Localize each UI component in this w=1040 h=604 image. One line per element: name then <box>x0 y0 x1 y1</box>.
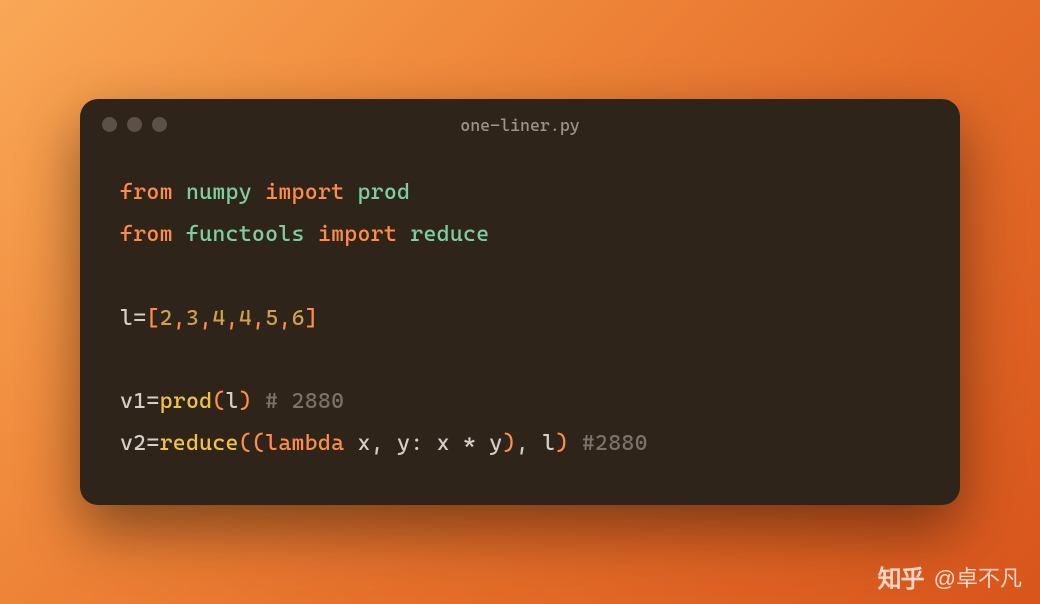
number: 4 <box>212 306 225 331</box>
operator: = <box>146 389 159 414</box>
paren: ( <box>212 389 225 414</box>
comma: , <box>252 306 265 331</box>
code-block: from numpy import prod from functools im… <box>80 142 960 505</box>
keyword-from: from <box>120 180 173 205</box>
zhihu-logo-icon: 知乎 <box>878 559 924 594</box>
module-name: numpy <box>186 180 252 205</box>
paren: ) <box>555 431 568 456</box>
window-title: one-liner.py <box>80 115 960 135</box>
keyword-lambda: lambda <box>265 431 344 456</box>
bracket: [ <box>146 306 159 331</box>
number: 5 <box>265 306 278 331</box>
watermark-author: @卓不凡 <box>934 561 1022 593</box>
comma: , <box>278 306 291 331</box>
comment: # 2880 <box>265 389 344 414</box>
lambda-body: y <box>476 431 502 456</box>
number: 4 <box>239 306 252 331</box>
watermark: 知乎 @卓不凡 <box>878 559 1022 594</box>
window-controls <box>102 117 167 132</box>
argument: l <box>226 389 239 414</box>
argument: l <box>542 431 555 456</box>
paren: ( <box>239 431 252 456</box>
import-name: prod <box>357 180 410 205</box>
paren: ) <box>239 389 252 414</box>
keyword-import: import <box>265 180 344 205</box>
minimize-icon[interactable] <box>127 117 142 132</box>
module-name: functools <box>186 222 305 247</box>
operator: = <box>133 306 146 331</box>
variable: l <box>120 306 133 331</box>
comma: , <box>173 306 186 331</box>
operator: * <box>463 431 476 456</box>
function-name: prod <box>160 389 213 414</box>
number: 2 <box>160 306 173 331</box>
comma: , <box>516 431 542 456</box>
close-icon[interactable] <box>102 117 117 132</box>
paren: ( <box>252 431 265 456</box>
function-name: reduce <box>160 431 239 456</box>
comment: #2880 <box>582 431 648 456</box>
number: 6 <box>292 306 305 331</box>
bracket: ] <box>305 306 318 331</box>
comma: , <box>226 306 239 331</box>
operator: = <box>146 431 159 456</box>
code-window: one-liner.py from numpy import prod from… <box>80 99 960 505</box>
import-name: reduce <box>410 222 489 247</box>
paren: ) <box>503 431 516 456</box>
variable: v2 <box>120 431 146 456</box>
titlebar: one-liner.py <box>80 99 960 142</box>
keyword-import: import <box>318 222 397 247</box>
maximize-icon[interactable] <box>152 117 167 132</box>
comma: , <box>199 306 212 331</box>
keyword-from: from <box>120 222 173 247</box>
lambda-args: x, y: x <box>344 431 463 456</box>
number: 3 <box>186 306 199 331</box>
variable: v1 <box>120 389 146 414</box>
